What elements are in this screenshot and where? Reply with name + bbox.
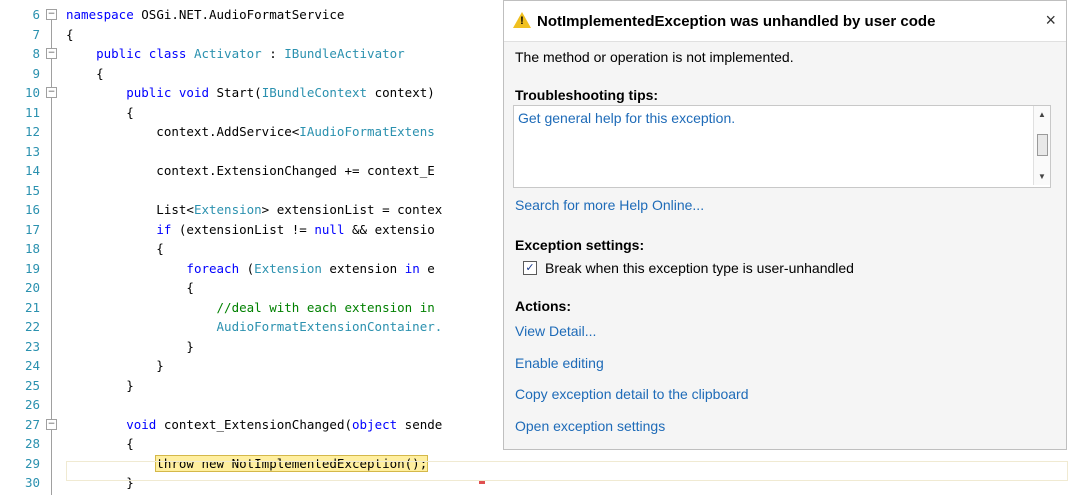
collapse-icon[interactable]: − xyxy=(46,48,57,59)
warning-mark: ! xyxy=(520,15,524,27)
popup-header: ! NotImplementedException was unhandled … xyxy=(504,1,1066,42)
scroll-up-icon[interactable]: ▲ xyxy=(1038,110,1046,119)
collapse-icon[interactable]: − xyxy=(46,9,57,20)
tips-list[interactable]: Get general help for this exception. ▲ ▼ xyxy=(513,105,1051,188)
copy-detail-link[interactable]: Copy exception detail to the clipboard xyxy=(515,386,748,402)
enable-editing-link[interactable]: Enable editing xyxy=(515,355,604,371)
collapse-icon[interactable]: − xyxy=(46,87,57,98)
close-icon[interactable]: × xyxy=(1045,10,1056,31)
current-line-highlight xyxy=(66,461,1068,481)
troubleshooting-heading: Troubleshooting tips: xyxy=(515,87,659,103)
open-settings-link[interactable]: Open exception settings xyxy=(515,418,665,434)
tips-scrollbar[interactable]: ▲ ▼ xyxy=(1033,106,1050,185)
check-icon[interactable]: ✓ xyxy=(523,261,537,275)
search-help-link[interactable]: Search for more Help Online... xyxy=(515,197,704,213)
popup-title: NotImplementedException was unhandled by… xyxy=(537,13,936,30)
exception-assistant-popup: ! NotImplementedException was unhandled … xyxy=(503,0,1067,450)
scroll-thumb[interactable] xyxy=(1037,134,1048,156)
collapse-icon[interactable]: − xyxy=(46,418,57,430)
exception-settings-heading: Exception settings: xyxy=(515,237,645,253)
break-checkbox-label[interactable]: Break when this exception type is user-u… xyxy=(545,260,854,276)
view-detail-link[interactable]: View Detail... xyxy=(515,323,596,339)
tip-link[interactable]: Get general help for this exception. xyxy=(518,110,735,126)
line-number: 30 xyxy=(24,475,40,490)
error-squiggle xyxy=(479,481,485,484)
scroll-down-icon[interactable]: ▼ xyxy=(1038,172,1046,181)
actions-heading: Actions: xyxy=(515,298,571,314)
exception-message: The method or operation is not implement… xyxy=(515,49,794,65)
